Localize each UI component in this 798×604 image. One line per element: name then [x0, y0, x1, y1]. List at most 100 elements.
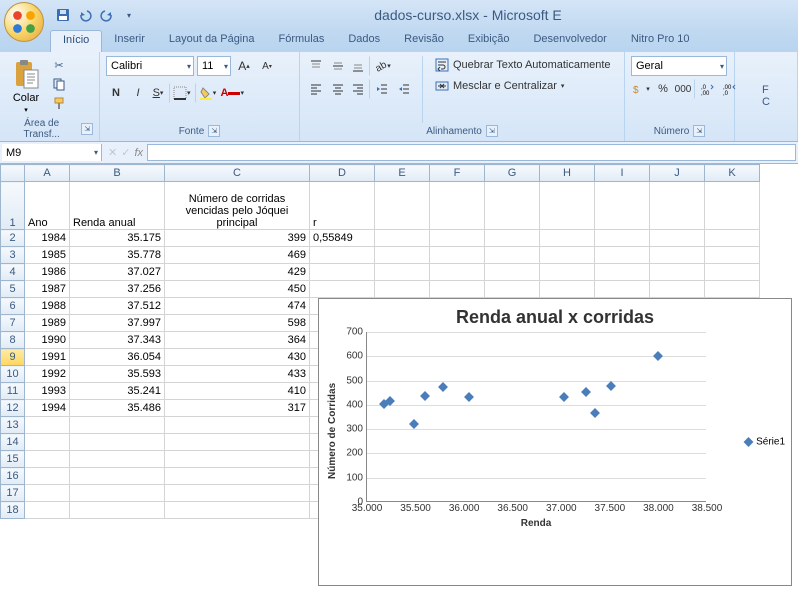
cell[interactable]: 36.054: [70, 349, 165, 366]
cell[interactable]: [165, 485, 310, 502]
grow-font-icon[interactable]: A▴: [234, 56, 254, 76]
cell[interactable]: [430, 264, 485, 281]
cell[interactable]: [540, 281, 595, 298]
cell[interactable]: 474: [165, 298, 310, 315]
row-header[interactable]: 8: [1, 332, 25, 349]
cell[interactable]: Número de corridas vencidas pelo Jóquei …: [165, 182, 310, 230]
column-header[interactable]: E: [375, 165, 430, 182]
cell[interactable]: [650, 281, 705, 298]
tab-layout[interactable]: Layout da Página: [157, 30, 267, 52]
cell[interactable]: [650, 182, 705, 230]
cell[interactable]: [375, 281, 430, 298]
cell[interactable]: 1990: [25, 332, 70, 349]
tab-inicio[interactable]: Início: [50, 30, 102, 52]
cell[interactable]: [25, 485, 70, 502]
cell[interactable]: [70, 417, 165, 434]
column-header[interactable]: D: [310, 165, 375, 182]
bold-button[interactable]: N: [106, 83, 126, 103]
cell[interactable]: 37.997: [70, 315, 165, 332]
row-header[interactable]: 11: [1, 383, 25, 400]
cell[interactable]: [540, 182, 595, 230]
row-header[interactable]: 14: [1, 434, 25, 451]
cell[interactable]: [595, 247, 650, 264]
row-header[interactable]: 12: [1, 400, 25, 417]
cell[interactable]: 450: [165, 281, 310, 298]
row-header[interactable]: 9: [1, 349, 25, 366]
row-header[interactable]: 6: [1, 298, 25, 315]
cell[interactable]: [705, 247, 760, 264]
cell[interactable]: [25, 502, 70, 519]
percent-icon[interactable]: %: [653, 79, 673, 99]
comma-icon[interactable]: 000: [675, 79, 695, 99]
cell[interactable]: 1988: [25, 298, 70, 315]
cell[interactable]: [165, 502, 310, 519]
border-icon[interactable]: ▾: [172, 83, 196, 103]
formula-input[interactable]: [147, 144, 796, 161]
cell[interactable]: [430, 247, 485, 264]
decrease-indent-icon[interactable]: [372, 79, 392, 99]
align-top-icon[interactable]: [306, 56, 326, 76]
align-right-icon[interactable]: [350, 79, 370, 99]
cell[interactable]: 429: [165, 264, 310, 281]
cell[interactable]: 598: [165, 315, 310, 332]
paste-button[interactable]: Colar ▾: [6, 56, 46, 116]
tab-formulas[interactable]: Fórmulas: [267, 30, 337, 52]
column-header[interactable]: I: [595, 165, 650, 182]
office-button[interactable]: [4, 2, 44, 42]
cell[interactable]: 1992: [25, 366, 70, 383]
tab-revisao[interactable]: Revisão: [392, 30, 456, 52]
redo-icon[interactable]: [98, 6, 116, 24]
cell[interactable]: [650, 230, 705, 247]
increase-decimal-icon[interactable]: ,0,00: [697, 79, 717, 99]
row-header[interactable]: 16: [1, 468, 25, 485]
cell[interactable]: [485, 182, 540, 230]
row-header[interactable]: 4: [1, 264, 25, 281]
font-name-combo[interactable]: Calibri: [106, 56, 194, 76]
cell[interactable]: r: [310, 182, 375, 230]
dialog-launcher-icon[interactable]: ⇲: [693, 125, 705, 137]
cell[interactable]: 430: [165, 349, 310, 366]
column-header[interactable]: B: [70, 165, 165, 182]
row-header[interactable]: 3: [1, 247, 25, 264]
column-header[interactable]: J: [650, 165, 705, 182]
cell[interactable]: 37.343: [70, 332, 165, 349]
name-box[interactable]: M9: [2, 144, 102, 161]
fill-color-icon[interactable]: ▾: [198, 83, 218, 103]
cell[interactable]: [70, 502, 165, 519]
cell[interactable]: [485, 230, 540, 247]
cell[interactable]: 37.256: [70, 281, 165, 298]
cell[interactable]: 364: [165, 332, 310, 349]
align-bottom-icon[interactable]: [350, 56, 370, 76]
cell[interactable]: [430, 230, 485, 247]
cell[interactable]: [485, 264, 540, 281]
cell[interactable]: [705, 281, 760, 298]
cell[interactable]: [165, 468, 310, 485]
cell[interactable]: [310, 264, 375, 281]
row-header[interactable]: 18: [1, 502, 25, 519]
cell[interactable]: [595, 230, 650, 247]
tab-exibicao[interactable]: Exibição: [456, 30, 522, 52]
cell[interactable]: [70, 451, 165, 468]
tab-inserir[interactable]: Inserir: [102, 30, 157, 52]
cell[interactable]: 1989: [25, 315, 70, 332]
cell[interactable]: [25, 451, 70, 468]
cell[interactable]: [165, 417, 310, 434]
cell[interactable]: 35.241: [70, 383, 165, 400]
shrink-font-icon[interactable]: A▾: [257, 56, 277, 76]
cell[interactable]: [650, 264, 705, 281]
copy-icon[interactable]: [50, 75, 68, 93]
cell[interactable]: [430, 182, 485, 230]
cell[interactable]: Renda anual: [70, 182, 165, 230]
cell[interactable]: 1984: [25, 230, 70, 247]
cell[interactable]: [705, 264, 760, 281]
tab-nitro[interactable]: Nitro Pro 10: [619, 30, 702, 52]
row-header[interactable]: 2: [1, 230, 25, 247]
cell[interactable]: [310, 247, 375, 264]
cell[interactable]: [540, 264, 595, 281]
dialog-launcher-icon[interactable]: ⇲: [208, 125, 220, 137]
cell[interactable]: [485, 281, 540, 298]
cell[interactable]: [375, 264, 430, 281]
cell[interactable]: [25, 468, 70, 485]
column-header[interactable]: A: [25, 165, 70, 182]
column-header[interactable]: H: [540, 165, 595, 182]
